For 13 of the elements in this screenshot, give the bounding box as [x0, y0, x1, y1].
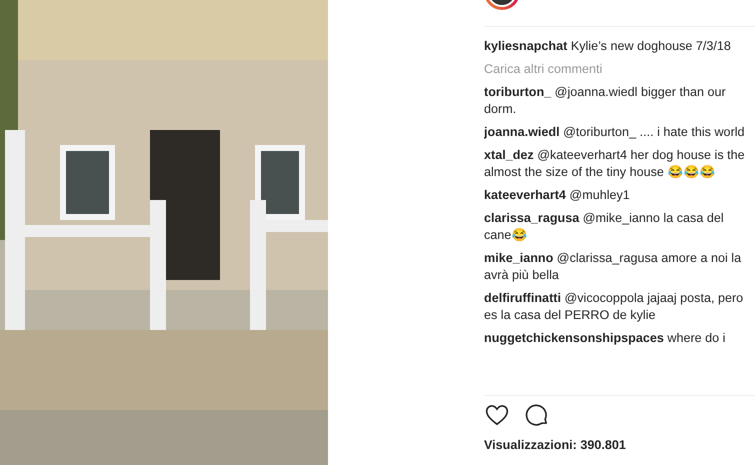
comment-text: toriburton_ @joanna.wiedl bigger than our dorm. [484, 84, 727, 118]
comment-text: clarissa_ragusa @mike_ianno la casa del cane😂 [484, 210, 725, 244]
comment-text: xtal_dez @kateeverhart4 her dog house is the almost the size of the tiny house 😂😂😂 [484, 147, 746, 181]
comment-text: joanna.wiedl @toriburton_ .... i hate this world [484, 124, 746, 141]
comment-text: delfiruffinatti @vicocoppola jajaaj posta, pero es la casa del PERRO de kylie [484, 290, 744, 324]
heart-icon[interactable] [484, 402, 510, 428]
comment-icon[interactable] [524, 402, 550, 428]
load-more-link[interactable]: Carica altri commenti [484, 61, 753, 78]
comment-text: nuggetchickensonshipspaces where do i [484, 330, 726, 347]
comment-text: kateeverhart4 @muhley1 [484, 187, 631, 204]
comment-text: kyliesnapchat Kylie’s new doghouse 7/3/18 [484, 38, 732, 55]
view-count: Visualizzazioni: 390.801 [484, 438, 627, 452]
comment-text: mike_ianno @clarissa_ragusa amore a noi la avrà più bella [484, 250, 742, 284]
